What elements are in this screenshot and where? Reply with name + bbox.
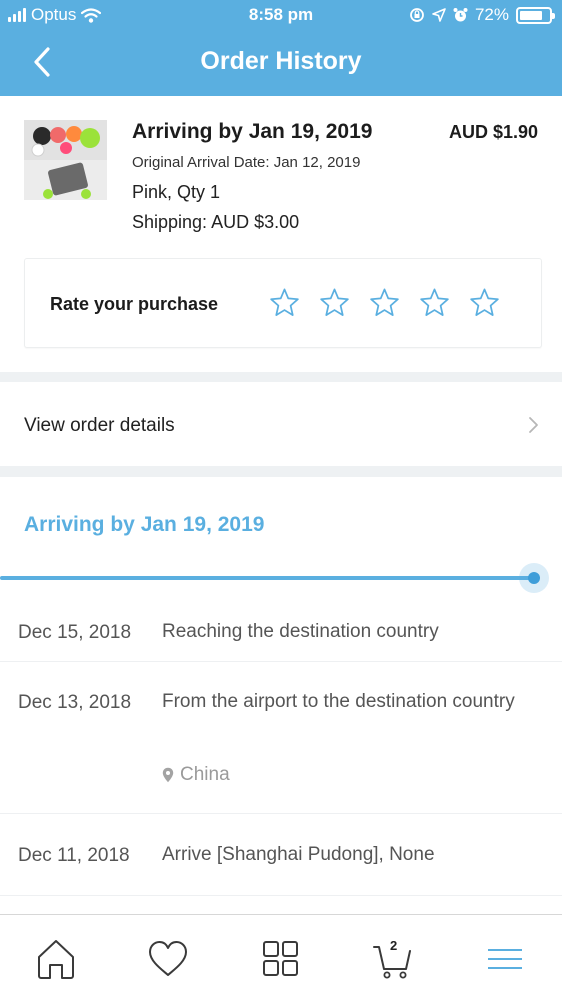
event-description: Reaching the destination country [162,621,439,642]
product-shipping: Shipping: AUD $3.00 [132,212,300,232]
tracking-event: Dec 11, 2018 Arrive [Shanghai Pudong], N… [0,814,562,896]
tracking-event: Dec 13, 2018 From the airport to the des… [0,662,562,814]
status-right: 72% [409,5,555,25]
rotation-lock-icon [410,8,424,22]
tracking-title: Arriving by Jan 19, 2019 [24,513,265,536]
menu-icon[interactable] [485,937,525,981]
product-price: AUD $1.90 [448,122,538,142]
view-order-details-label: View order details [24,415,175,436]
event-date: Dec 13, 2018 [18,692,132,713]
product-image[interactable] [24,120,107,200]
view-order-details-row[interactable]: View order details [0,382,562,466]
event-date: Dec 15, 2018 [18,622,132,643]
map-pin-icon [162,767,174,783]
tab-bar: 2 [0,914,562,1000]
cart-count-badge: 2 [390,938,398,953]
star-icon-5[interactable] [469,287,500,318]
product-variant: Pink, Qty 1 [132,182,221,202]
status-bar: Optus 8:58 pm 72% [0,0,562,32]
header: Optus 8:58 pm 72% Order History [0,0,562,96]
event-location: China [162,764,230,786]
star-icon-1[interactable] [269,287,300,318]
original-arrival-date: Original Arrival Date: Jan 12, 2019 [132,154,361,171]
heart-icon[interactable] [147,937,189,981]
tracking-event: Dec 15, 2018 Reaching the destination co… [0,596,562,662]
page-title: Order History [200,47,362,75]
rate-label: Rate your purchase [50,294,219,314]
home-icon[interactable] [35,937,77,981]
rate-purchase-card: Rate your purchase [24,258,542,348]
tracking-progress-dot [528,572,540,584]
event-description: From the airport to the destination coun… [162,691,515,712]
product-arrival: Arriving by Jan 19, 2019 [132,120,373,143]
star-icon-2[interactable] [319,287,350,318]
battery-percent: 72% [474,5,509,24]
tracking-progress-bar [0,576,534,580]
star-icon-3[interactable] [369,287,400,318]
section-divider [0,466,562,477]
event-date: Dec 11, 2018 [18,845,130,866]
alarm-icon [453,8,468,22]
chevron-right-icon [529,417,538,433]
cart-tab[interactable]: 2 [372,937,414,981]
star-rating [269,287,500,318]
section-divider [0,372,562,382]
grid-icon[interactable] [260,937,302,981]
event-location-label: China [180,764,230,785]
location-icon [432,8,446,22]
star-icon-4[interactable] [419,287,450,318]
battery-icon [516,6,555,24]
event-description: Arrive [Shanghai Pudong], None [162,844,435,865]
order-product: Arriving by Jan 19, 2019 AUD $1.90 Origi… [0,96,562,372]
